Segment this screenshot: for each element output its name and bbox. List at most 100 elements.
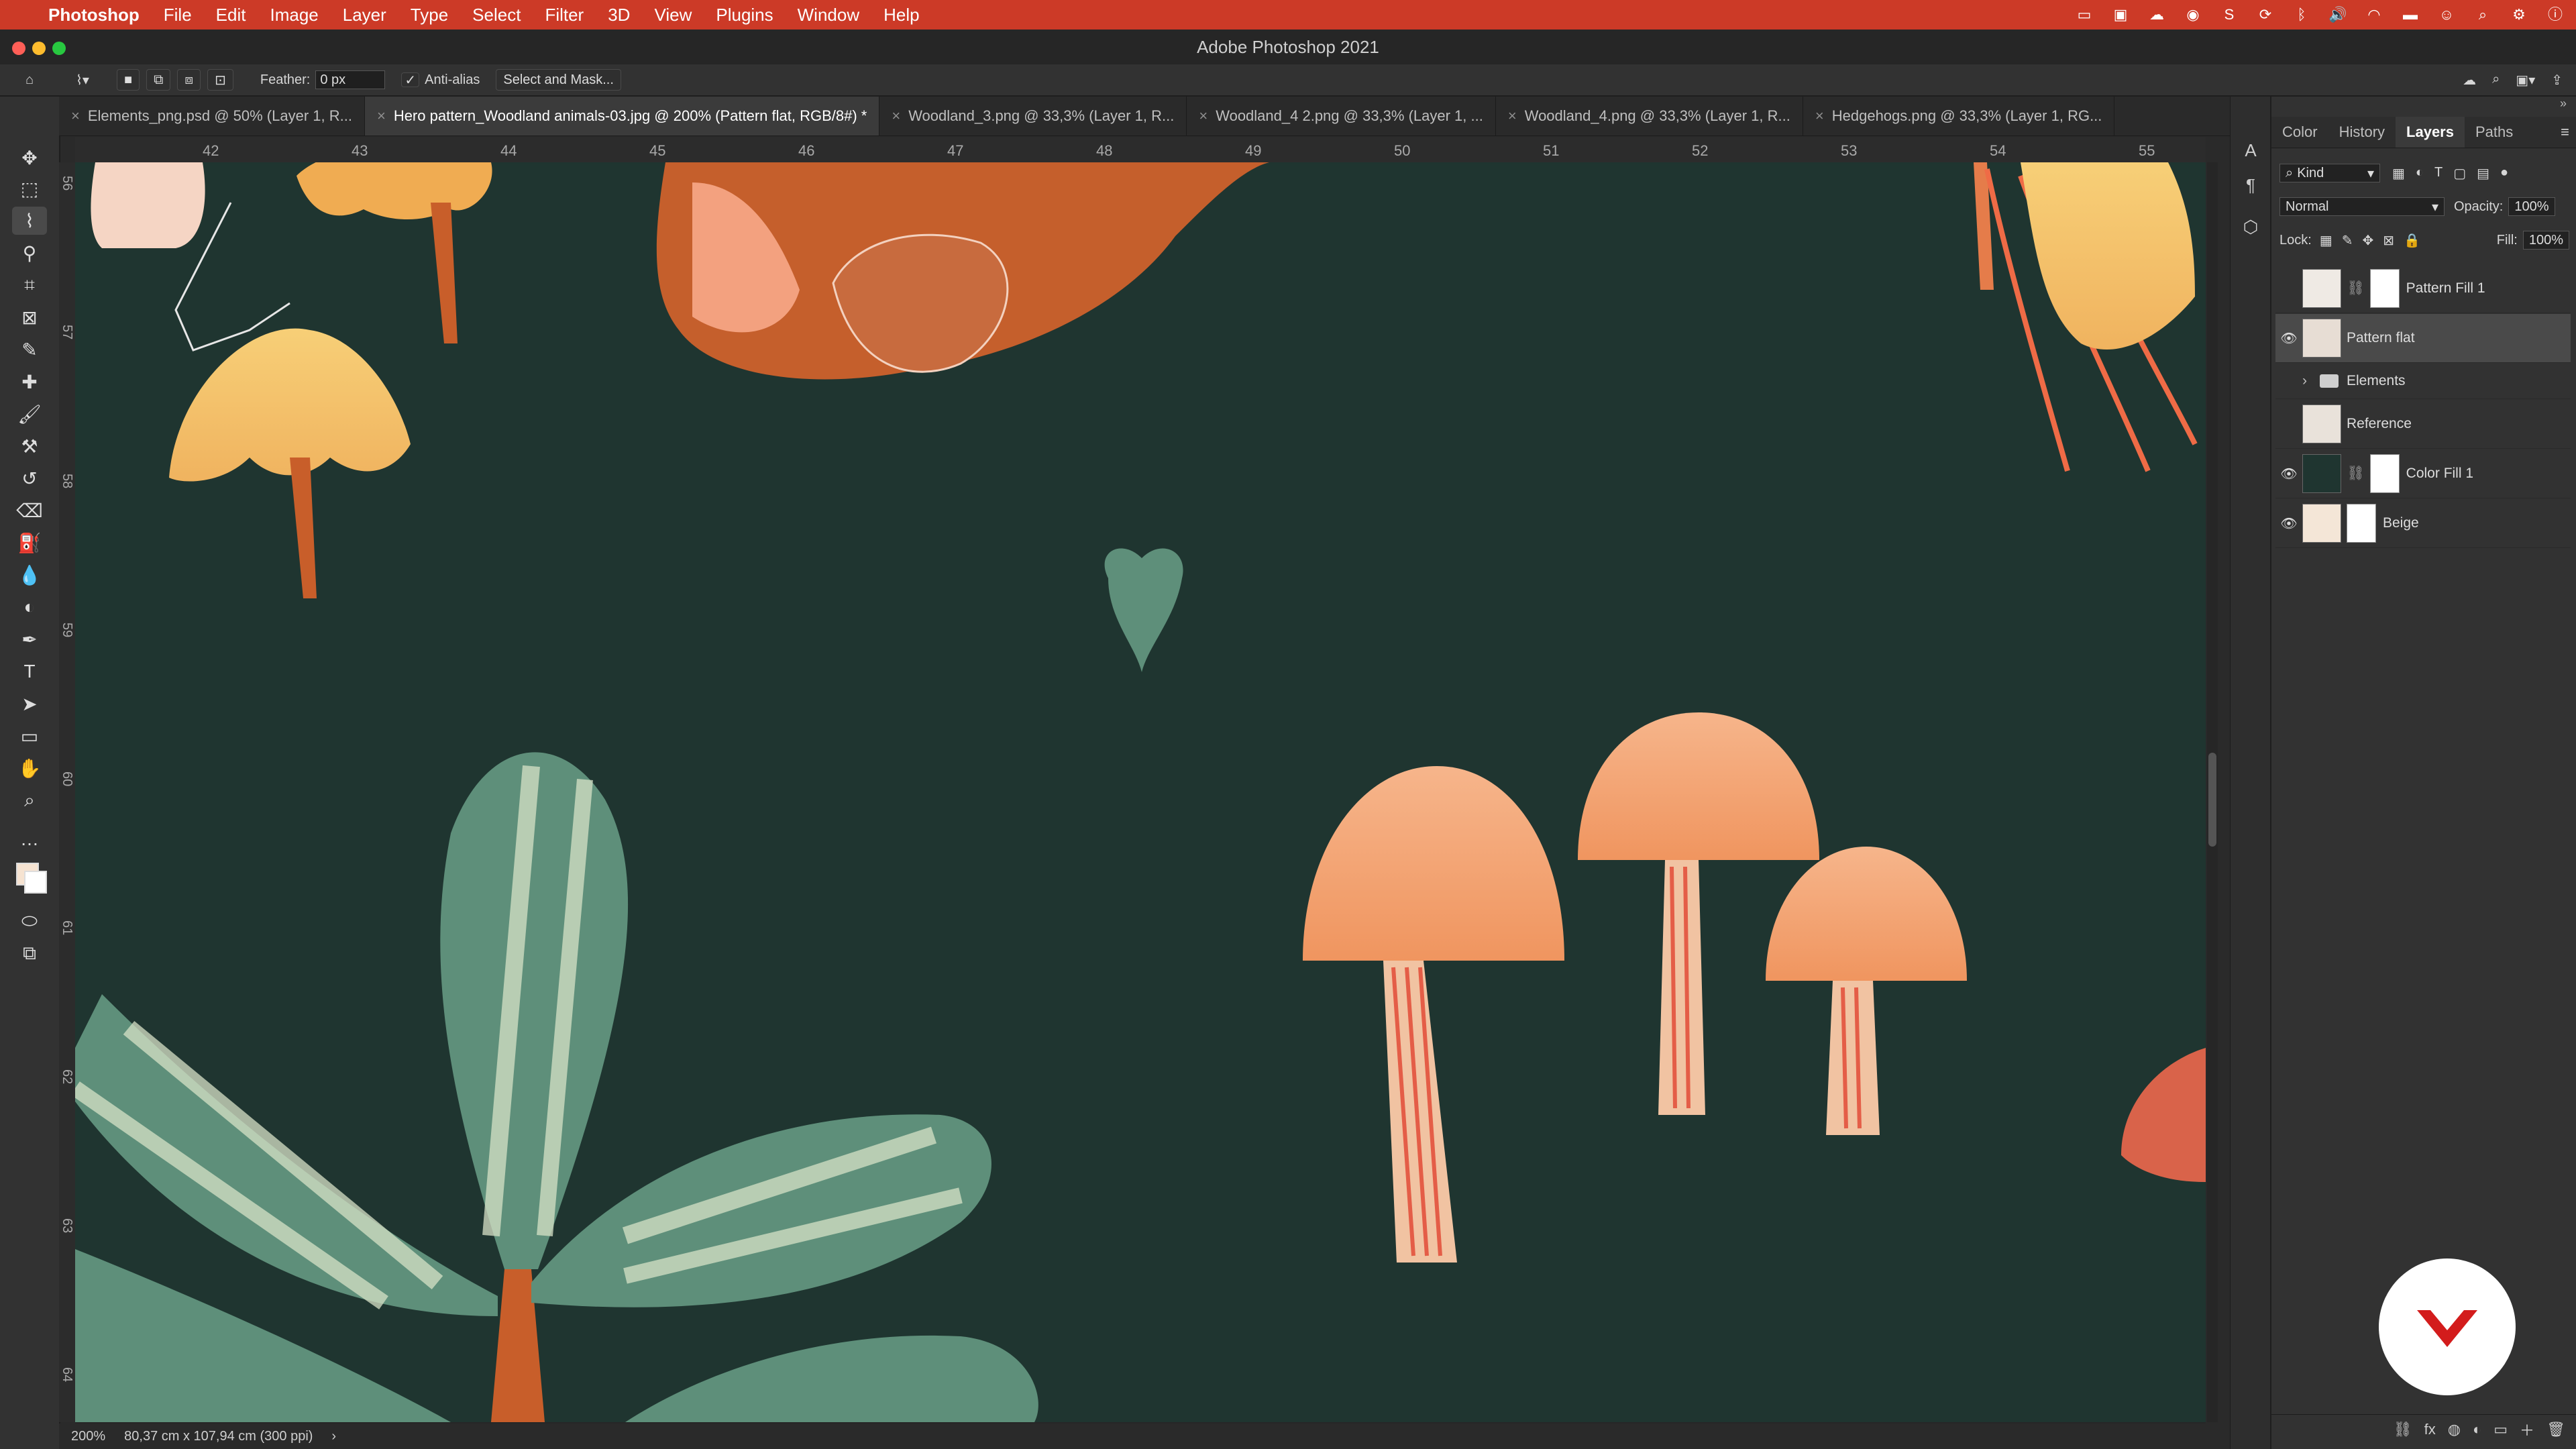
document-info[interactable]: 80,37 cm x 107,94 cm (300 ppi) <box>124 1429 313 1444</box>
menu-view[interactable]: View <box>642 5 704 25</box>
link-layers-icon[interactable]: ⛓ <box>2394 1421 2412 1438</box>
lasso-tool-icon[interactable]: ⌇ <box>12 207 47 235</box>
layer-row[interactable]: 👁 Beige <box>2275 499 2571 548</box>
move-tool-icon[interactable]: ✥ <box>12 144 47 172</box>
screen-mirroring-icon[interactable]: ▭ <box>2074 5 2094 25</box>
3d-panel-icon[interactable]: ⬡ <box>2240 216 2261 237</box>
dodge-tool-icon[interactable]: ◐ <box>12 593 47 621</box>
marquee-tool-icon[interactable]: ⬚ <box>12 174 47 203</box>
fill-value[interactable]: 100% <box>2522 231 2569 250</box>
blend-mode-select[interactable]: Normal ▾ <box>2279 197 2445 216</box>
add-selection-icon[interactable]: ⧉ <box>146 69 171 91</box>
control-center-icon[interactable]: ⚙ <box>2509 5 2529 25</box>
filter-adjustment-icon[interactable]: ◐ <box>2416 165 2424 182</box>
path-selection-tool-icon[interactable]: ➤ <box>12 690 47 718</box>
adjustment-layer-icon[interactable]: ◐ <box>2473 1421 2481 1438</box>
hand-tool-icon[interactable]: ✋ <box>12 754 47 782</box>
user-icon[interactable]: ☺ <box>2436 5 2457 25</box>
brush-tool-icon[interactable]: 🖌 <box>12 400 47 428</box>
screen-mode-icon[interactable]: ⧉ <box>12 939 47 967</box>
zoom-level[interactable]: 200% <box>71 1429 105 1444</box>
layer-style-icon[interactable]: fx <box>2424 1421 2436 1438</box>
history-brush-tool-icon[interactable]: ↺ <box>12 464 47 492</box>
bluetooth-icon[interactable]: ᛒ <box>2292 5 2312 25</box>
menu-edit[interactable]: Edit <box>204 5 258 25</box>
spotlight-search-icon[interactable]: ⌕ <box>2473 5 2493 25</box>
eraser-tool-icon[interactable]: ⌫ <box>12 496 47 525</box>
new-layer-icon[interactable]: ＋ <box>2520 1419 2534 1440</box>
stamp-tool-icon[interactable]: ⚒ <box>12 432 47 460</box>
notification-icon[interactable]: ⓘ <box>2545 5 2565 25</box>
lock-position-icon[interactable]: ✥ <box>2362 232 2373 249</box>
character-panel-icon[interactable]: A <box>2240 140 2261 161</box>
type-tool-icon[interactable]: T <box>12 657 47 686</box>
window-minimize-button[interactable] <box>32 42 46 55</box>
lock-transparent-icon[interactable]: ▦ <box>2320 232 2332 249</box>
visibility-eye-icon[interactable]: 👁 <box>2275 330 2302 347</box>
tab-history[interactable]: History <box>2328 123 2396 141</box>
tab-paths[interactable]: Paths <box>2465 123 2524 141</box>
vertical-scroll-thumb[interactable] <box>2208 753 2216 847</box>
kind-filter-select[interactable]: ⌕ Kind ▾ <box>2279 164 2380 182</box>
frame-tool-icon[interactable]: ⊠ <box>12 303 47 331</box>
select-and-mask-button[interactable]: Select and Mask... <box>496 69 621 91</box>
share-icon[interactable]: ⇪ <box>2551 72 2563 89</box>
intersect-selection-icon[interactable]: ⊡ <box>207 69 233 91</box>
canvas[interactable] <box>75 162 2206 1422</box>
opacity-value[interactable]: 100% <box>2508 197 2555 216</box>
menu-app-photoshop[interactable]: Photoshop <box>36 5 152 25</box>
filter-smart-object-icon[interactable]: ▤ <box>2477 165 2489 182</box>
doc-tab[interactable]: × Woodland_4.png @ 33,3% (Layer 1, R... <box>1496 97 1803 136</box>
feather-input[interactable]: 0 px <box>315 70 386 89</box>
doc-tab[interactable]: × Elements_png.psd @ 50% (Layer 1, R... <box>59 97 365 136</box>
visibility-eye-icon[interactable]: 👁 <box>2275 515 2302 532</box>
visibility-eye-icon[interactable]: 👁 <box>2275 466 2302 482</box>
subtract-selection-icon[interactable]: ⧈ <box>177 69 201 91</box>
pen-tool-icon[interactable]: ✒ <box>12 625 47 653</box>
app-status-icon[interactable]: ◉ <box>2183 5 2203 25</box>
close-icon[interactable]: × <box>71 107 80 125</box>
search-icon[interactable]: ⌕ <box>2492 72 2500 89</box>
display-icon[interactable]: ▣ <box>2110 5 2131 25</box>
healing-tool-icon[interactable]: ✚ <box>12 368 47 396</box>
menu-help[interactable]: Help <box>871 5 931 25</box>
layer-group-row[interactable]: › Elements <box>2275 364 2571 399</box>
filter-pixel-icon[interactable]: ▦ <box>2392 165 2405 182</box>
status-chevron-icon[interactable]: › <box>331 1429 336 1444</box>
doc-tab[interactable]: × Woodland_4 2.png @ 33,3% (Layer 1, ... <box>1187 97 1496 136</box>
layer-row[interactable]: ⛓ Pattern Fill 1 <box>2275 264 2571 313</box>
keyboard-flag-icon[interactable]: ▬ <box>2400 5 2420 25</box>
menu-layer[interactable]: Layer <box>331 5 398 25</box>
quick-selection-tool-icon[interactable]: ⚲ <box>12 239 47 267</box>
new-group-icon[interactable]: ▭ <box>2493 1421 2508 1438</box>
crop-tool-icon[interactable]: ⌗ <box>12 271 47 299</box>
quick-mask-icon[interactable]: ⬭ <box>12 907 47 935</box>
wifi-icon[interactable]: ◠ <box>2364 5 2384 25</box>
blur-tool-icon[interactable]: 💧 <box>12 561 47 589</box>
add-mask-icon[interactable]: ◍ <box>2448 1421 2461 1438</box>
shape-tool-icon[interactable]: ▭ <box>12 722 47 750</box>
filter-type-icon[interactable]: T <box>2434 165 2443 182</box>
volume-icon[interactable]: 🔊 <box>2328 5 2348 25</box>
color-swatches-icon[interactable] <box>12 859 47 899</box>
doc-tab[interactable]: × Hedgehogs.png @ 33,3% (Layer 1, RG... <box>1803 97 2115 136</box>
lock-image-icon[interactable]: ✎ <box>2342 232 2353 249</box>
close-icon[interactable]: × <box>377 107 386 125</box>
workspace-icon[interactable]: ▣▾ <box>2516 72 2535 89</box>
lock-artboard-icon[interactable]: ⊠ <box>2383 232 2394 249</box>
zoom-tool-icon[interactable]: ⌕ <box>12 786 47 814</box>
paint-bucket-tool-icon[interactable]: ⛽ <box>12 529 47 557</box>
delete-layer-icon[interactable]: 🗑 <box>2546 1421 2565 1438</box>
close-icon[interactable]: × <box>1815 107 1824 125</box>
tab-color[interactable]: Color <box>2271 123 2328 141</box>
panel-menu-icon[interactable]: ≡ <box>2561 123 2576 141</box>
polygonal-lasso-preset-icon[interactable]: ⌇▾ <box>59 72 106 89</box>
menu-type[interactable]: Type <box>398 5 460 25</box>
close-icon[interactable]: × <box>1508 107 1517 125</box>
menu-image[interactable]: Image <box>258 5 330 25</box>
doc-tab-active[interactable]: × Hero pattern_Woodland animals-03.jpg @ … <box>364 97 880 136</box>
close-icon[interactable]: × <box>892 107 900 125</box>
home-icon[interactable]: ⌂ <box>0 72 59 88</box>
menu-plugins[interactable]: Plugins <box>704 5 785 25</box>
sync-icon[interactable]: ⟳ <box>2255 5 2275 25</box>
